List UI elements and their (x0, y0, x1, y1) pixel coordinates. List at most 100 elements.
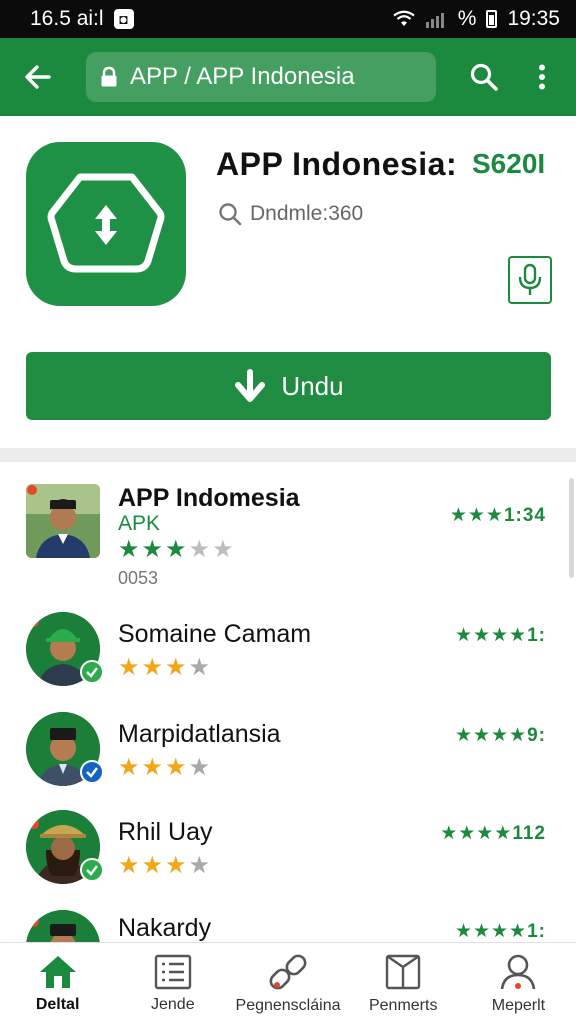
list-icon (154, 954, 191, 989)
nav-item-detail[interactable]: Deltal (0, 943, 115, 1024)
scrollbar[interactable] (569, 478, 574, 578)
star-icon: ★★★ (449, 505, 504, 526)
home-icon (39, 955, 76, 988)
downloads-text: Dndmle:360 (250, 202, 364, 225)
list-item[interactable]: Marpidatlansia ★ ★ ★ ★ ★★★★9: (0, 712, 576, 812)
nav-item-link[interactable]: Pegnenscláina (230, 943, 345, 1024)
star-icon: ★ (118, 754, 140, 781)
star-icon: ★ (165, 852, 187, 879)
more-vert-icon (539, 64, 545, 90)
person-icon (501, 954, 536, 989)
url-bar[interactable]: APP / APP Indonesia (86, 52, 436, 102)
search-icon (219, 203, 242, 226)
star-icon: ★★★★ (440, 823, 513, 844)
nav-label: Jende (151, 995, 195, 1013)
item-subtitle: APK (118, 512, 161, 535)
item-title: Rhil Uay (118, 818, 213, 846)
bottom-navigation: Deltal Jende Pegnenscláina Penmerts Mepe… (0, 942, 576, 1024)
star-icon: ★★★★ (454, 625, 528, 646)
voice-button[interactable] (508, 256, 552, 304)
item-score-value: 9: (527, 725, 546, 746)
section-divider (0, 448, 576, 462)
star-icon: ★ (188, 654, 211, 681)
star-icon: ★ (165, 754, 187, 781)
star-icon: ★ (212, 536, 234, 563)
item-score-value: 1: (527, 921, 546, 942)
app-title: APP Indonesia: (216, 146, 458, 182)
item-score-value: 1: (527, 625, 546, 646)
star-icon: ★ (188, 852, 211, 879)
list-item[interactable]: Somaine Camam ★ ★ ★ ★ ★★★★1: (0, 612, 576, 712)
rating-stars: ★ ★ ★ ★ (118, 756, 210, 780)
item-title: Marpidatlansia (118, 720, 281, 748)
url-text: APP / APP Indonesia (130, 63, 355, 90)
nav-item-documents[interactable]: Penmerts (346, 943, 461, 1024)
verified-badge-icon (80, 858, 104, 882)
nav-label: Deltal (35, 995, 80, 1013)
app-bar: APP / APP Indonesia (0, 38, 576, 116)
search-button[interactable] (464, 55, 504, 99)
download-button-label: Undu (281, 370, 344, 401)
item-score-value: 1:34 (503, 505, 546, 526)
avatar (26, 910, 100, 942)
results-list: APP Indomesia APK ★ ★ ★ ★ ★ 0053 ★★★1:34 (0, 462, 576, 942)
star-icon: ★ (118, 654, 140, 681)
star-icon: ★ (188, 754, 211, 781)
lock-icon (101, 66, 117, 87)
item-title: Nakardy (118, 914, 212, 942)
star-icon: ★ (165, 654, 187, 681)
notification-icon: ◘ (113, 9, 134, 29)
battery-icon (486, 10, 498, 28)
star-icon: ★★★★ (454, 725, 528, 746)
arrow-left-icon (25, 65, 51, 89)
rating-stars: ★ ★ ★ ★ (118, 854, 210, 878)
nav-label: Pegnenscláina (235, 996, 341, 1014)
nav-item-list[interactable]: Jende (115, 943, 230, 1024)
nav-item-profile[interactable]: Meperlt (461, 943, 576, 1024)
app-screen: 16.5 ai:l ◘ % 19:35 APP / APP Indonesia … (0, 0, 576, 1024)
verified-badge-icon (80, 660, 104, 684)
rating-stars: ★ ★ ★ ★ (118, 656, 210, 680)
status-time-left: 16.5 ai:l (30, 7, 104, 30)
nav-label: Meperlt (491, 996, 546, 1014)
link-icon (269, 954, 307, 989)
download-button[interactable]: Undu (26, 352, 551, 420)
signal-icon (425, 13, 444, 28)
item-title: APP Indomesia (118, 484, 300, 512)
item-score-value: 112 (512, 823, 546, 844)
star-icon: ★★★★ (454, 921, 528, 942)
item-count: 0053 (118, 568, 159, 588)
search-icon (470, 63, 498, 91)
item-score: ★★★★112 (440, 822, 546, 845)
item-score: ★★★★1: (455, 920, 546, 942)
app-downloads: Dndmle:360 (218, 202, 363, 226)
star-icon: ★ (118, 536, 140, 563)
list-item[interactable]: Rhil Uay ★ ★ ★ ★ ★★★★112 (0, 810, 576, 910)
app-version: S620I (472, 148, 546, 179)
star-icon: ★ (141, 852, 164, 879)
star-icon: ★ (188, 536, 211, 563)
item-score: ★★★★9: (455, 724, 546, 747)
item-score: ★★★1:34 (450, 504, 546, 527)
wifi-icon (393, 10, 415, 26)
item-score: ★★★★1: (455, 624, 546, 647)
item-title: Somaine Camam (118, 620, 312, 648)
list-item[interactable]: Nakardy ★★★★1: (0, 910, 576, 942)
more-options-button[interactable] (522, 55, 562, 99)
app-logo-icon (26, 142, 186, 306)
back-button[interactable] (14, 53, 62, 101)
star-icon: ★ (141, 654, 164, 681)
star-icon: ★ (118, 852, 140, 879)
star-icon: ★ (165, 536, 187, 563)
list-item[interactable]: APP Indomesia APK ★ ★ ★ ★ ★ 0053 ★★★1:34 (0, 480, 576, 588)
book-icon (386, 954, 421, 989)
status-time-right: 19:35 (507, 7, 560, 30)
app-header-card: APP Indonesia: S620I Dndmle:360 Undu (0, 116, 576, 448)
rating-stars: ★ ★ ★ ★ ★ (118, 538, 234, 562)
star-icon: ★ (141, 536, 164, 563)
microphone-icon (518, 263, 542, 295)
download-arrow-icon (235, 369, 266, 402)
verified-badge-icon (80, 760, 104, 784)
avatar (26, 484, 100, 558)
status-bar: 16.5 ai:l ◘ % 19:35 (0, 0, 576, 38)
